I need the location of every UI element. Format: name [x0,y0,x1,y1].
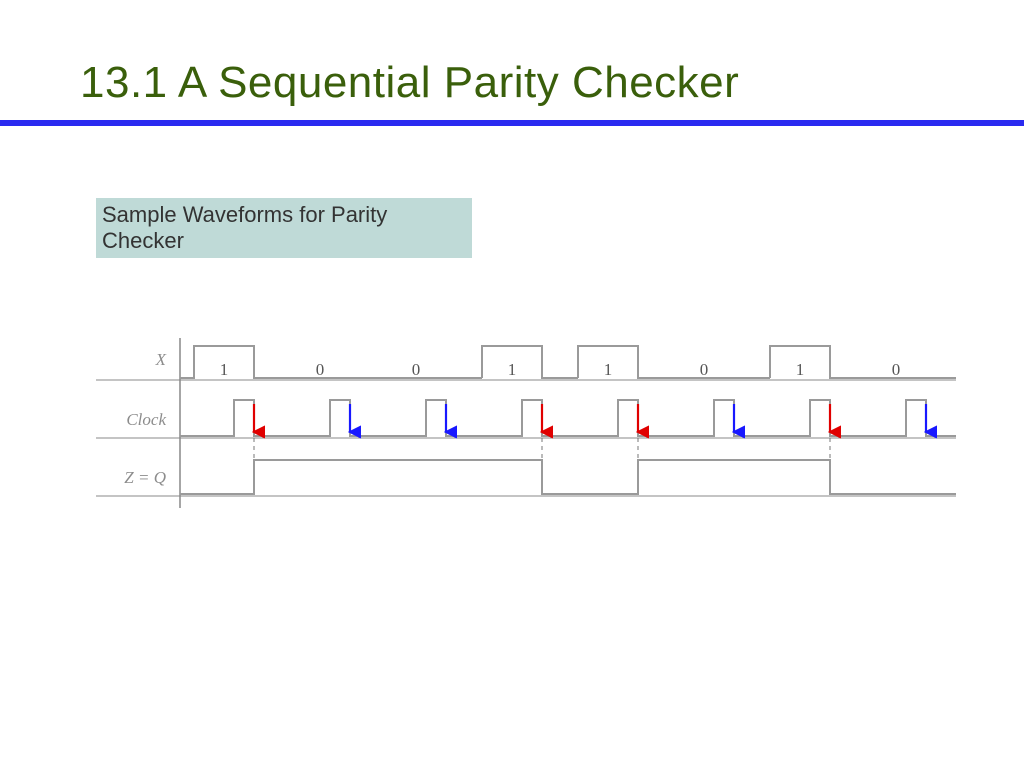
timing-svg [96,338,956,538]
waveform-x [180,346,956,378]
waveform-clock [180,400,956,436]
slide-title: 13.1 A Sequential Parity Checker [80,58,739,108]
waveform-zq [180,460,956,494]
timing-diagram: X Clock Z = Q 1 0 0 1 1 0 1 0 [96,338,956,538]
slide-subtitle: Sample Waveforms for Parity Checker [96,198,472,258]
clock-edge-arrows [254,404,926,432]
title-underline [0,120,1024,126]
